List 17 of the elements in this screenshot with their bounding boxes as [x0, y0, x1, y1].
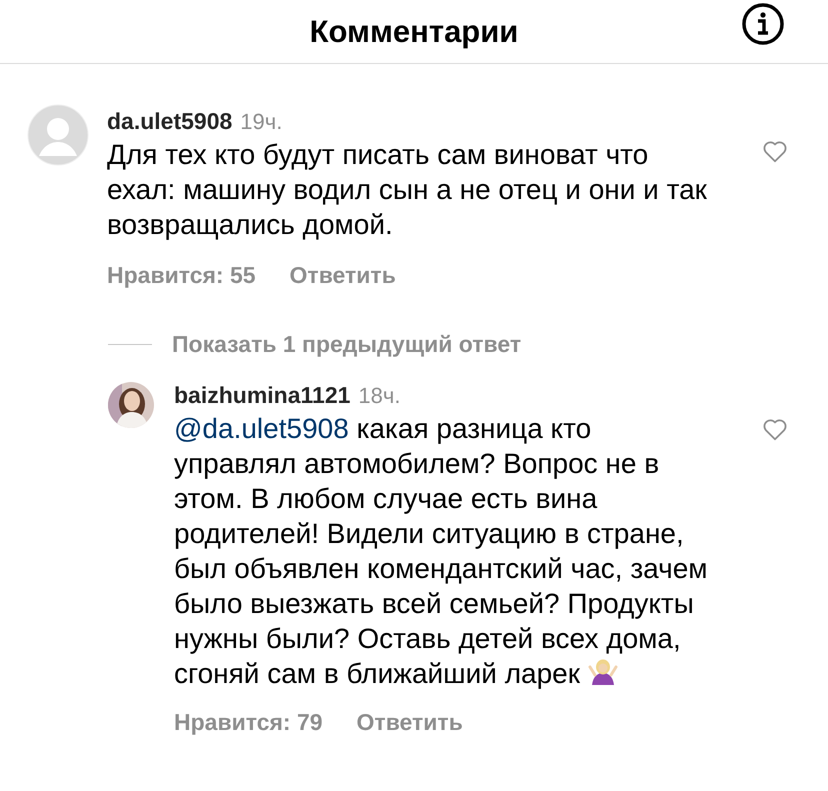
comment-text: Для тех кто будут писать сам виноват что ехал: машину водил сын а не отец и они и так возвращались домой. [107, 138, 707, 242]
page-title: Комментарии [310, 14, 518, 50]
comment-text: @da.ulet5908 какая разница кто управлял автомобилем? Вопрос не в этом. В любом случае есть вина родителей! Видели ситуацию в стране, был объявлен комендантский час, зачем было выезжать всей семьей? Продукты нужны были? Оставь детей всех дома, сгоняй сам в ближайший ларек [174, 412, 709, 691]
username[interactable]: baizhumina1121 [174, 382, 350, 409]
username[interactable]: da.ulet5908 [107, 108, 232, 135]
heart-icon[interactable] [762, 417, 788, 441]
comment-time: 18ч. [358, 383, 400, 409]
likes-count[interactable]: Нравится: 79 [174, 709, 323, 736]
reply-button[interactable]: Ответить [290, 262, 396, 289]
likes-count[interactable]: Нравится: 55 [107, 262, 256, 289]
show-replies-button[interactable]: Показать 1 предыдущий ответ [172, 331, 522, 358]
person-shrugging-icon [588, 659, 618, 687]
reply-button[interactable]: Ответить [356, 709, 463, 736]
heart-icon[interactable] [762, 139, 788, 163]
comment-time: 19ч. [240, 109, 282, 135]
avatar-placeholder-icon [27, 104, 89, 166]
mention-link[interactable]: @da.ulet5908 [174, 413, 349, 444]
